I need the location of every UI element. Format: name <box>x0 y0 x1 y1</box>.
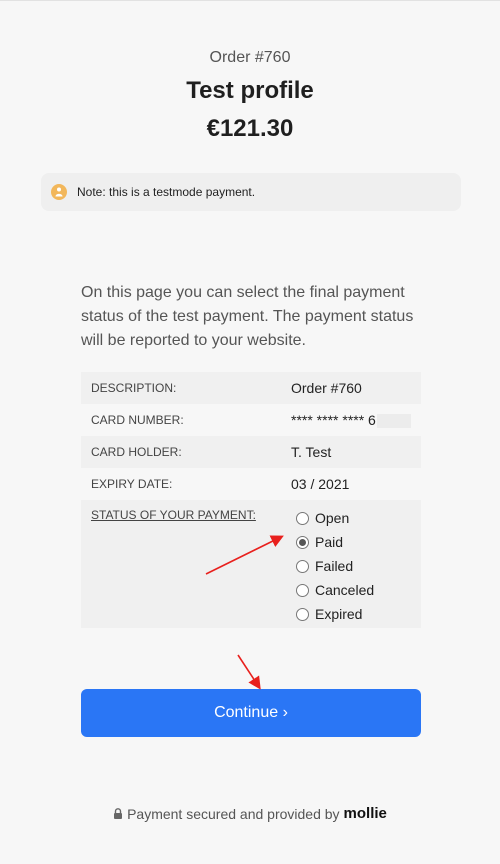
note-text: Note: this is a testmode payment. <box>77 185 256 199</box>
expiry-value: 03 / 2021 <box>291 476 350 492</box>
mollie-logo: mollie <box>343 805 387 822</box>
status-option-paid[interactable]: Paid <box>291 530 421 554</box>
status-option-failed[interactable]: Failed <box>291 554 421 578</box>
status-option-canceled[interactable]: Canceled <box>291 578 421 602</box>
radio-paid[interactable] <box>296 535 309 549</box>
status-option-open[interactable]: Open <box>291 506 421 530</box>
radio-expired[interactable] <box>296 607 309 621</box>
status-radio-group: Open Paid Failed Canceled Expired <box>291 504 421 628</box>
arrow-to-continue <box>237 654 261 690</box>
order-number: Order #760 <box>209 49 291 66</box>
row-expiry-date: EXPIRY DATE: 03 / 2021 <box>81 468 421 500</box>
checkout-page: Order #760 Test profile €121.30 Note: th… <box>0 0 500 864</box>
testmode-note: Note: this is a testmode payment. <box>41 173 461 211</box>
redacted-digits <box>376 414 411 429</box>
row-description: DESCRIPTION: Order #760 <box>81 372 421 404</box>
status-option-label: Canceled <box>315 582 375 598</box>
status-option-label: Expired <box>315 606 363 622</box>
top-divider <box>0 0 500 1</box>
row-payment-status: STATUS OF YOUR PAYMENT: Open Paid Failed… <box>81 500 421 628</box>
card-holder-label: CARD HOLDER: <box>91 445 182 459</box>
radio-open[interactable] <box>296 511 309 525</box>
intro-text: On this page you can select the final pa… <box>81 284 414 349</box>
lock-icon <box>113 806 123 822</box>
radio-canceled[interactable] <box>296 583 309 597</box>
row-card-number: CARD NUMBER: **** **** **** 6 <box>81 404 421 436</box>
status-label: STATUS OF YOUR PAYMENT: <box>91 508 256 522</box>
expiry-label: EXPIRY DATE: <box>91 477 173 491</box>
status-option-label: Failed <box>315 558 354 574</box>
card-number-value: **** **** **** 6 <box>291 411 376 428</box>
card-number-label: CARD NUMBER: <box>91 413 184 427</box>
footer-text: Payment secured and provided by <box>127 805 340 822</box>
card-number-cell: **** **** **** 6 <box>291 411 421 429</box>
description-label: DESCRIPTION: <box>91 381 177 395</box>
radio-failed[interactable] <box>296 559 309 573</box>
status-option-label: Paid <box>315 534 344 550</box>
continue-button[interactable]: Continue › <box>81 689 421 737</box>
person-icon <box>51 184 67 200</box>
status-option-expired[interactable]: Expired <box>291 602 421 626</box>
row-card-holder: CARD HOLDER: T. Test <box>81 436 421 468</box>
profile-name: Test profile <box>186 77 314 104</box>
card-holder-value: T. Test <box>291 444 332 460</box>
payment-amount: €121.30 <box>206 115 294 142</box>
footer: Payment secured and provided by mollie <box>0 805 500 822</box>
status-option-label: Open <box>315 510 350 526</box>
payment-details-table: DESCRIPTION: Order #760 CARD NUMBER: ***… <box>81 372 421 628</box>
description-value: Order #760 <box>291 380 362 396</box>
